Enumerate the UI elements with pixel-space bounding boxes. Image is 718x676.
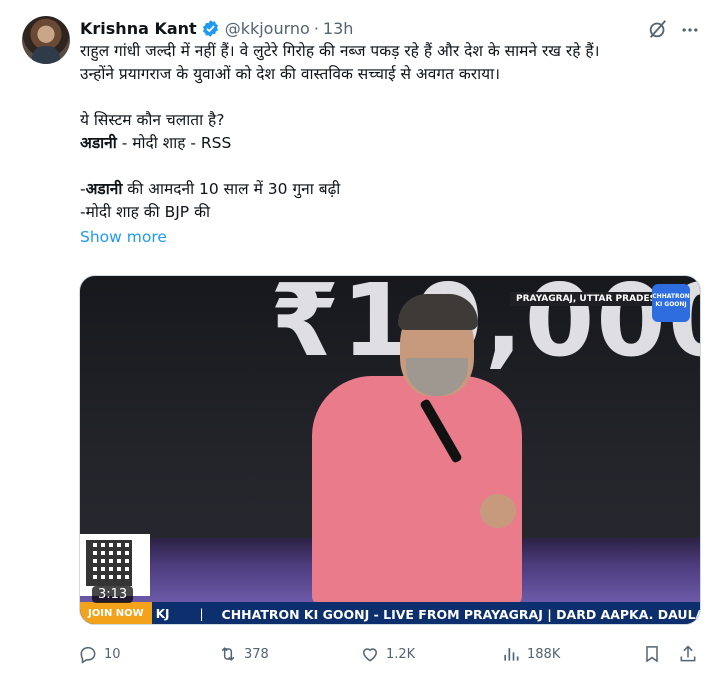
grok-icon[interactable] [647,18,669,40]
share-icon [680,645,696,662]
author-handle[interactable]: @kkjourno [225,19,310,38]
tweet-line-5-bold: अडानी [85,180,123,198]
tweet-line-2: उन्होंने प्रयागराज के युवाओं को देश की व… [80,65,501,83]
tweet-line-3: ये सिस्टम कौन चलाता है? [80,111,225,129]
like-icon [362,648,378,662]
share-button[interactable] [678,640,704,668]
ticker-text: CHHATRON KI GOONJ - LIVE FROM PRAYAGRAJ … [221,606,701,622]
video-duration: 3:13 [92,586,134,603]
views-button[interactable]: 188K [501,640,560,668]
show-logo: CHHATRON KI GOONJ [652,284,690,322]
join-now-badge: JOIN NOW [80,602,152,624]
more-horizontal-icon[interactable] [680,20,700,40]
like-button[interactable]: 1.2K [360,640,415,668]
tweet-line-5-rest: की आमदनी 10 साल में 30 गुना बढ़ी [122,180,341,198]
video-location-tag: PRAYAGRAJ, UTTAR PRADESH [510,292,670,306]
ticker-prefix: KJ [155,607,170,621]
post-time[interactable]: 13h [323,19,354,38]
tweet[interactable]: Krishna Kant @kkjourno · 13h राहुल गांधी… [0,0,718,676]
tweet-line-4-rest: - मोदी शाह - RSS [116,134,232,152]
bookmark-icon [646,646,658,663]
like-count: 1.2K [386,646,416,662]
video-player[interactable]: ₹10,000 PRAYAGRAJ, UTTAR PRADESH CHHATRO… [79,275,701,625]
tweet-line-1: राहुल गांधी जल्दी में नहीं हैं। वे लुटेर… [80,42,600,60]
reply-icon [80,647,96,664]
verified-badge-icon [202,19,218,37]
reply-button[interactable]: 10 [78,640,121,668]
news-ticker: JOIN NOW KJ | CHHATRON KI GOONJ - LIVE F… [80,602,701,624]
repost-count: 378 [244,646,269,662]
speaker-hair [398,294,478,330]
repost-button[interactable]: 378 [218,640,269,668]
ticker-separator: | [199,607,204,621]
bookmark-button[interactable] [642,640,668,668]
tweet-line-4: अडानी - मोदी शाह - RSS [80,132,710,155]
speaker-hand [480,494,516,528]
video-big-number: ₹10,000 [270,275,701,379]
views-icon [504,648,519,661]
repost-icon [221,647,235,661]
show-more-link[interactable]: Show more [80,226,710,249]
action-bar: 10 378 1.2K 188K [78,640,708,668]
views-count: 188K [527,646,561,662]
tweet-text: राहुल गांधी जल्दी में नहीं हैं। वे लुटेर… [80,40,710,249]
tweet-header: Krishna Kant @kkjourno · 13h [80,16,353,40]
tweet-line-4-bold: अडानी [80,134,117,152]
avatar[interactable] [22,16,70,64]
author-name[interactable]: Krishna Kant [80,19,197,38]
reply-count: 10 [104,646,121,662]
tweet-line-6: -मोदी शाह की BJP की [80,203,211,221]
header-separator: · [313,18,319,38]
tweet-line-5: -अडानी की आमदनी 10 साल में 30 गुना बढ़ी [80,178,710,201]
